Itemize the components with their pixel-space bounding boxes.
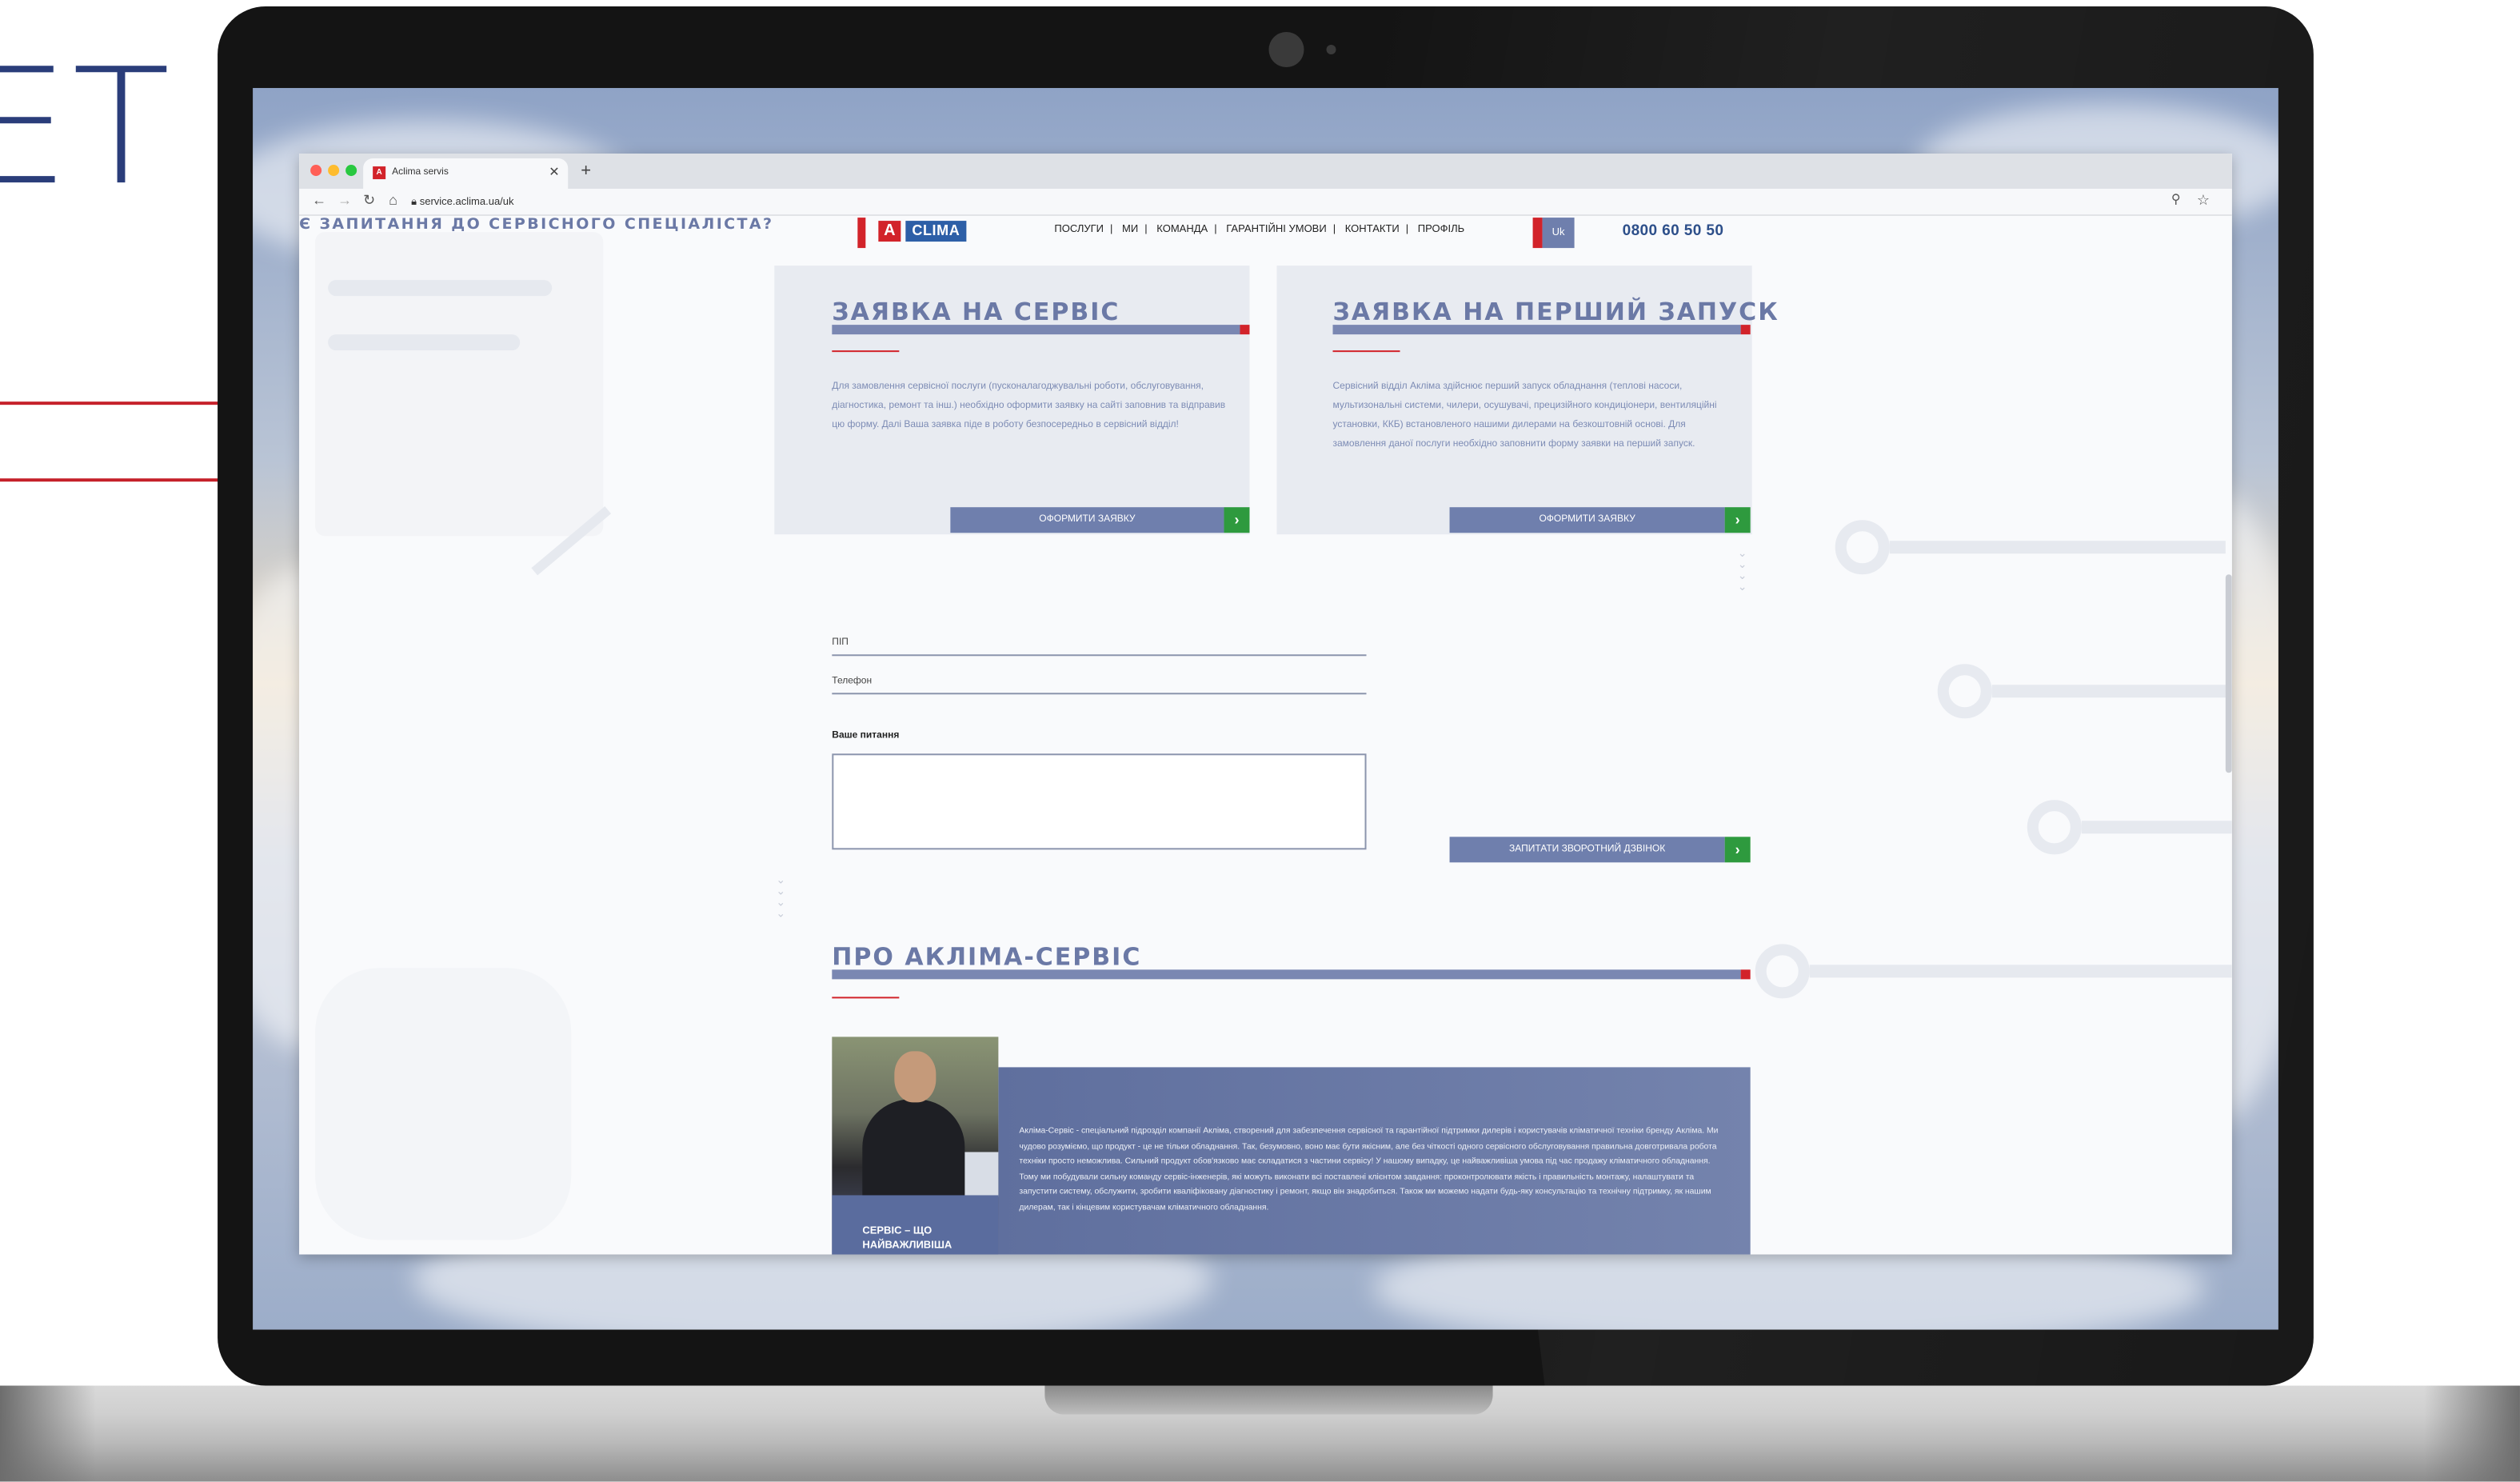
- chevron-right-icon[interactable]: ›: [1724, 507, 1751, 533]
- tab-bar: A Aclima servis ✕ +: [299, 154, 2232, 190]
- nav-item-profile[interactable]: ПРОФІЛЬ: [1418, 224, 1464, 235]
- zoom-window-button[interactable]: [345, 165, 357, 177]
- name-field-label: ПІП: [832, 638, 849, 649]
- web-page: A CLIMA ПОСЛУГИ | МИ | КОМАНДА | ГАРАНТІЙНІ…: [299, 216, 2232, 1255]
- browser-tab[interactable]: A Aclima servis ✕: [363, 158, 569, 190]
- title-small-accent: [832, 997, 900, 999]
- chevron-right-icon[interactable]: ›: [1224, 507, 1250, 533]
- tab-close-icon[interactable]: ✕: [549, 165, 559, 179]
- zoom-icon[interactable]: ⚲: [2171, 192, 2181, 206]
- url-text: service.aclima.ua/uk: [419, 197, 514, 209]
- back-arrow-icon[interactable]: ←: [312, 192, 326, 208]
- mockup-stage: ET A Aclima servis ✕ + ← → ↻ ⌂: [0, 0, 2520, 1482]
- laptop-base-shade: [0, 1385, 97, 1482]
- card-description: Сервісний відділ Акліма здійснює перший …: [1332, 382, 1717, 450]
- title-small-accent: [1332, 350, 1400, 353]
- about-text: Акліма-Сервіс - спеціальний підрозділ ко…: [1019, 1126, 1719, 1213]
- lang-accent: [1532, 218, 1543, 249]
- tab-favicon-icon: A: [373, 166, 386, 180]
- name-field[interactable]: [832, 654, 1367, 657]
- title-underline: [1332, 325, 1741, 335]
- nav-item-contacts[interactable]: КОНТАКТИ: [1345, 224, 1400, 235]
- submit-service-request-button[interactable]: ОФОРМИТИ ЗАЯВКУ: [950, 507, 1224, 533]
- chevron-down-icon: ⌄ ⌄ ⌄ ⌄: [1737, 549, 1747, 594]
- nav-item-warranty[interactable]: ГАРАНТІЙНІ УМОВИ: [1226, 224, 1326, 235]
- camera-sensor: [1326, 45, 1336, 55]
- title-underline: [832, 325, 1240, 335]
- browser-window: A Aclima servis ✕ + ← → ↻ ⌂ 🔒︎ service.a…: [299, 154, 2232, 1255]
- question-field-label: Ваше питання: [832, 731, 900, 741]
- phone-field-label: Телефон: [832, 677, 873, 687]
- title-accent: [1240, 325, 1250, 335]
- chevron-right-icon[interactable]: ›: [1724, 837, 1751, 863]
- laptop-base-shade: [2423, 1385, 2520, 1482]
- title-accent: [1740, 969, 1751, 980]
- callout-heading-fragment: ET: [0, 34, 174, 222]
- nav-item-services[interactable]: ПОСЛУГИ: [1054, 224, 1104, 235]
- about-section-title: ПРО АКЛІМА-СЕРВІС: [832, 942, 1142, 972]
- request-callback-button[interactable]: ЗАПИТАТИ ЗВОРОТНИЙ ДЗВІНОК: [1449, 837, 1725, 863]
- minimize-window-button[interactable]: [328, 165, 340, 177]
- home-icon[interactable]: ⌂: [389, 192, 397, 208]
- scrollbar-thumb[interactable]: [2225, 574, 2232, 773]
- title-underline: [832, 969, 1741, 980]
- camera-icon: [1268, 32, 1304, 68]
- nav-item-about[interactable]: МИ: [1122, 224, 1138, 235]
- address-bar[interactable]: 🔒︎ service.aclima.ua/uk: [411, 194, 2171, 211]
- nav-item-team[interactable]: КОМАНДА: [1156, 224, 1208, 235]
- photo-caption: СЕРВІС – ЩО НАЙВАЖЛИВІША: [862, 1225, 952, 1252]
- title-accent: [1740, 325, 1751, 335]
- logo-mark[interactable]: A: [878, 221, 901, 242]
- photo-face: [894, 1051, 937, 1103]
- photo-person: [862, 1099, 965, 1196]
- card-title: ЗАЯВКА НА ПЕРШИЙ ЗАПУСК: [1332, 298, 1779, 327]
- chevron-down-icon: ⌄ ⌄ ⌄ ⌄: [776, 875, 786, 921]
- lock-icon: 🔒︎: [411, 197, 417, 209]
- phone-number[interactable]: 0800 60 50 50: [1623, 222, 1724, 240]
- title-small-accent: [832, 350, 900, 353]
- forward-arrow-icon[interactable]: →: [337, 192, 352, 208]
- question-textarea[interactable]: [832, 753, 1367, 850]
- close-window-button[interactable]: [310, 165, 322, 177]
- browser-toolbar: ← → ↻ ⌂ 🔒︎ service.aclima.ua/uk ⚲ ☆: [299, 189, 2232, 217]
- main-nav: ПОСЛУГИ | МИ | КОМАНДА | ГАРАНТІЙНІ УМОВИ | …: [1054, 224, 1465, 236]
- new-tab-icon[interactable]: +: [581, 162, 591, 181]
- tab-title: Aclima servis: [392, 168, 449, 178]
- language-switcher[interactable]: Uk: [1542, 218, 1575, 249]
- laptop-hinge-notch: [1044, 1385, 1493, 1415]
- card-description: Для замовлення сервісної послуги (пускон…: [832, 382, 1226, 431]
- logo-wordmark[interactable]: CLIMA: [905, 221, 967, 242]
- card-title: ЗАЯВКА НА СЕРВІС: [832, 298, 1120, 327]
- submit-first-launch-button[interactable]: ОФОРМИТИ ЗАЯВКУ: [1449, 507, 1725, 533]
- reload-icon[interactable]: ↻: [363, 192, 375, 210]
- logo-accent: [857, 218, 866, 249]
- phone-field[interactable]: [832, 693, 1367, 695]
- star-icon[interactable]: ☆: [2197, 192, 2210, 210]
